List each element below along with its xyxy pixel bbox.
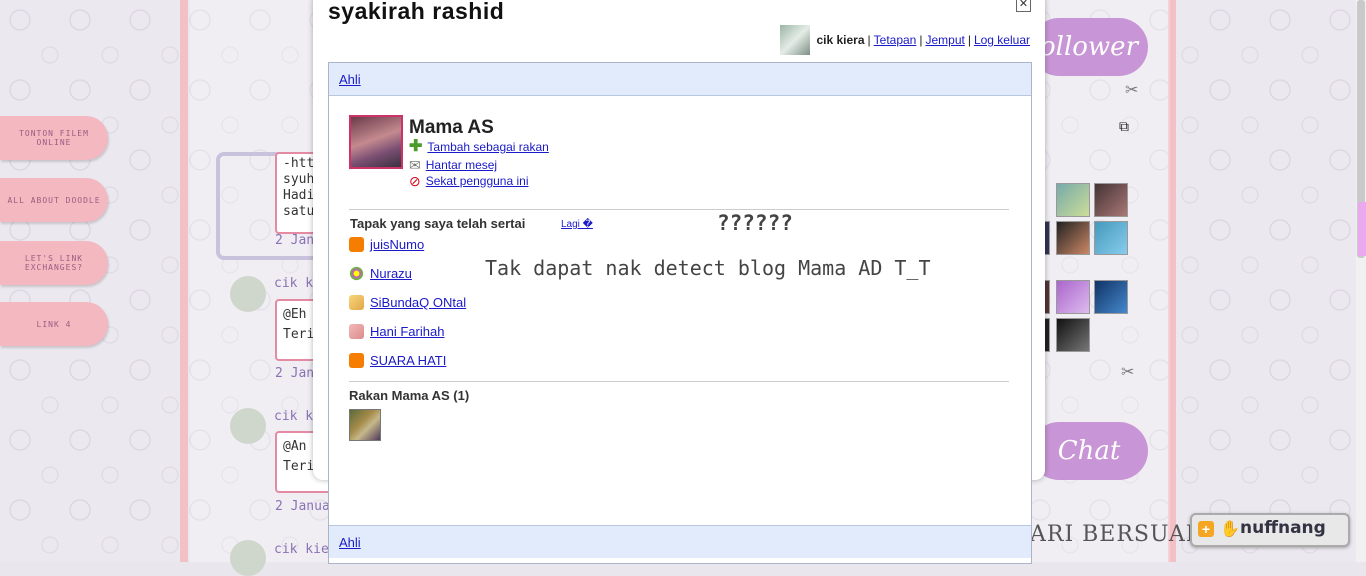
friends-section-title: Rakan Mama AS (1) [349, 388, 470, 403]
logout-link[interactable]: Log keluar [974, 33, 1030, 47]
members-link[interactable]: Ahli [339, 72, 361, 87]
add-friend-action[interactable]: ✚ Tambah sebagai rakan [409, 138, 549, 155]
send-message-action[interactable]: ✉ Hantar mesej [409, 158, 497, 172]
follower-thumbnail[interactable] [1094, 280, 1128, 314]
chat-label: Chat [1057, 436, 1121, 466]
blog-link[interactable]: juisNumo [370, 237, 424, 252]
blog-link[interactable]: SUARA HATI [370, 353, 446, 368]
follower-thumbnail[interactable] [1056, 280, 1090, 314]
follower-heading: ollower [1030, 18, 1148, 76]
members-link[interactable]: Ahli [339, 535, 361, 550]
nuffnang-logo: nuffnang [1240, 518, 1326, 538]
username: cik kiera [816, 33, 865, 47]
follower-thumbnail[interactable] [1094, 183, 1128, 217]
friend-avatar[interactable] [349, 409, 381, 441]
modal-title: syakirah rashid [328, 0, 505, 24]
block-user-action[interactable]: ⊘ Sekat pengguna ini [409, 174, 528, 188]
more-link[interactable]: Lagi � [561, 219, 593, 230]
avatar [230, 540, 266, 576]
site-icon [349, 295, 364, 310]
nav-link-tonton[interactable]: TONTON FILEM ONLINE [0, 116, 108, 160]
blog-link[interactable]: Nurazu [370, 266, 412, 281]
nav-link-exchanges[interactable]: LET'S LINK EXCHANGES? [0, 241, 108, 285]
copy-icon[interactable]: ⧉ [1119, 118, 1129, 135]
follower-thumbnail[interactable] [1094, 221, 1128, 255]
profile-name: Mama AS [409, 117, 494, 138]
blogger-icon [349, 237, 364, 252]
profile-avatar[interactable] [349, 115, 403, 169]
tools-icon[interactable]: ✂ [1121, 362, 1134, 382]
blog-link[interactable]: SiBundaQ ONtal [370, 295, 466, 310]
tools-icon[interactable]: ✂ [1125, 80, 1138, 100]
blog-item[interactable]: SiBundaQ ONtal [349, 295, 466, 310]
follower-thumbnail[interactable] [1056, 318, 1090, 352]
nav-link-doodle[interactable]: ALL ABOUT DOODLE [0, 178, 108, 222]
sites-section-title: Tapak yang saya telah sertai [350, 216, 526, 231]
plus-icon[interactable]: + [1198, 521, 1214, 537]
send-message-link[interactable]: Hantar mesej [426, 158, 497, 172]
blog-item[interactable]: juisNumo [349, 237, 424, 252]
blogger-icon [349, 353, 364, 368]
block-user-link[interactable]: Sekat pengguna ini [426, 174, 529, 188]
flower-icon [349, 266, 364, 281]
bottom-decoration: ARI BERSUAI [1030, 522, 1196, 547]
site-icon [349, 324, 364, 339]
user-bar: cik kiera | Tetapan | Jemput | Log kelua… [780, 25, 1030, 55]
close-icon[interactable]: ✕ [1016, 0, 1031, 12]
blog-item[interactable]: Nurazu [349, 266, 412, 281]
nav-link-4[interactable]: LINK 4 [0, 302, 108, 346]
add-friend-link[interactable]: Tambah sebagai rakan [427, 140, 548, 154]
annotation-question: ?????? [717, 211, 793, 235]
follower-label: ollower [1039, 32, 1138, 62]
divider [349, 381, 1009, 382]
nuffnang-widget[interactable]: + ✋ nuffnang [1190, 513, 1350, 547]
members-frame: Ahli Mama AS ✚ Tambah sebagai rakan ✉ Ha… [328, 62, 1032, 564]
comment-date: 2 Jan [275, 233, 315, 248]
plus-icon: ✚ [409, 138, 423, 155]
top-bar: Ahli [329, 63, 1031, 96]
divider [349, 209, 1009, 210]
avatar [230, 408, 266, 444]
hand-icon: ✋ [1220, 521, 1240, 538]
side-tab[interactable] [1358, 202, 1366, 256]
bottom-bar: Ahli [329, 525, 1031, 558]
follower-thumbnail[interactable] [1056, 221, 1090, 255]
block-icon: ⊘ [409, 173, 421, 189]
envelope-icon: ✉ [409, 157, 421, 173]
comment-date: 2 Jan [275, 366, 315, 381]
settings-link[interactable]: Tetapan [874, 33, 917, 47]
invite-link[interactable]: Jemput [925, 33, 964, 47]
follower-thumbnail[interactable] [1056, 183, 1090, 217]
blog-item[interactable]: SUARA HATI [349, 353, 446, 368]
chat-heading: Chat [1030, 422, 1148, 480]
left-stripe [180, 0, 188, 562]
user-avatar[interactable] [780, 25, 811, 55]
avatar [230, 276, 266, 312]
blog-link[interactable]: Hani Farihah [370, 324, 444, 339]
annotation-note: Tak dapat nak detect blog Mama AD T_T [485, 256, 931, 280]
comment-date: 2 Janua [275, 499, 330, 514]
blog-item[interactable]: Hani Farihah [349, 324, 444, 339]
